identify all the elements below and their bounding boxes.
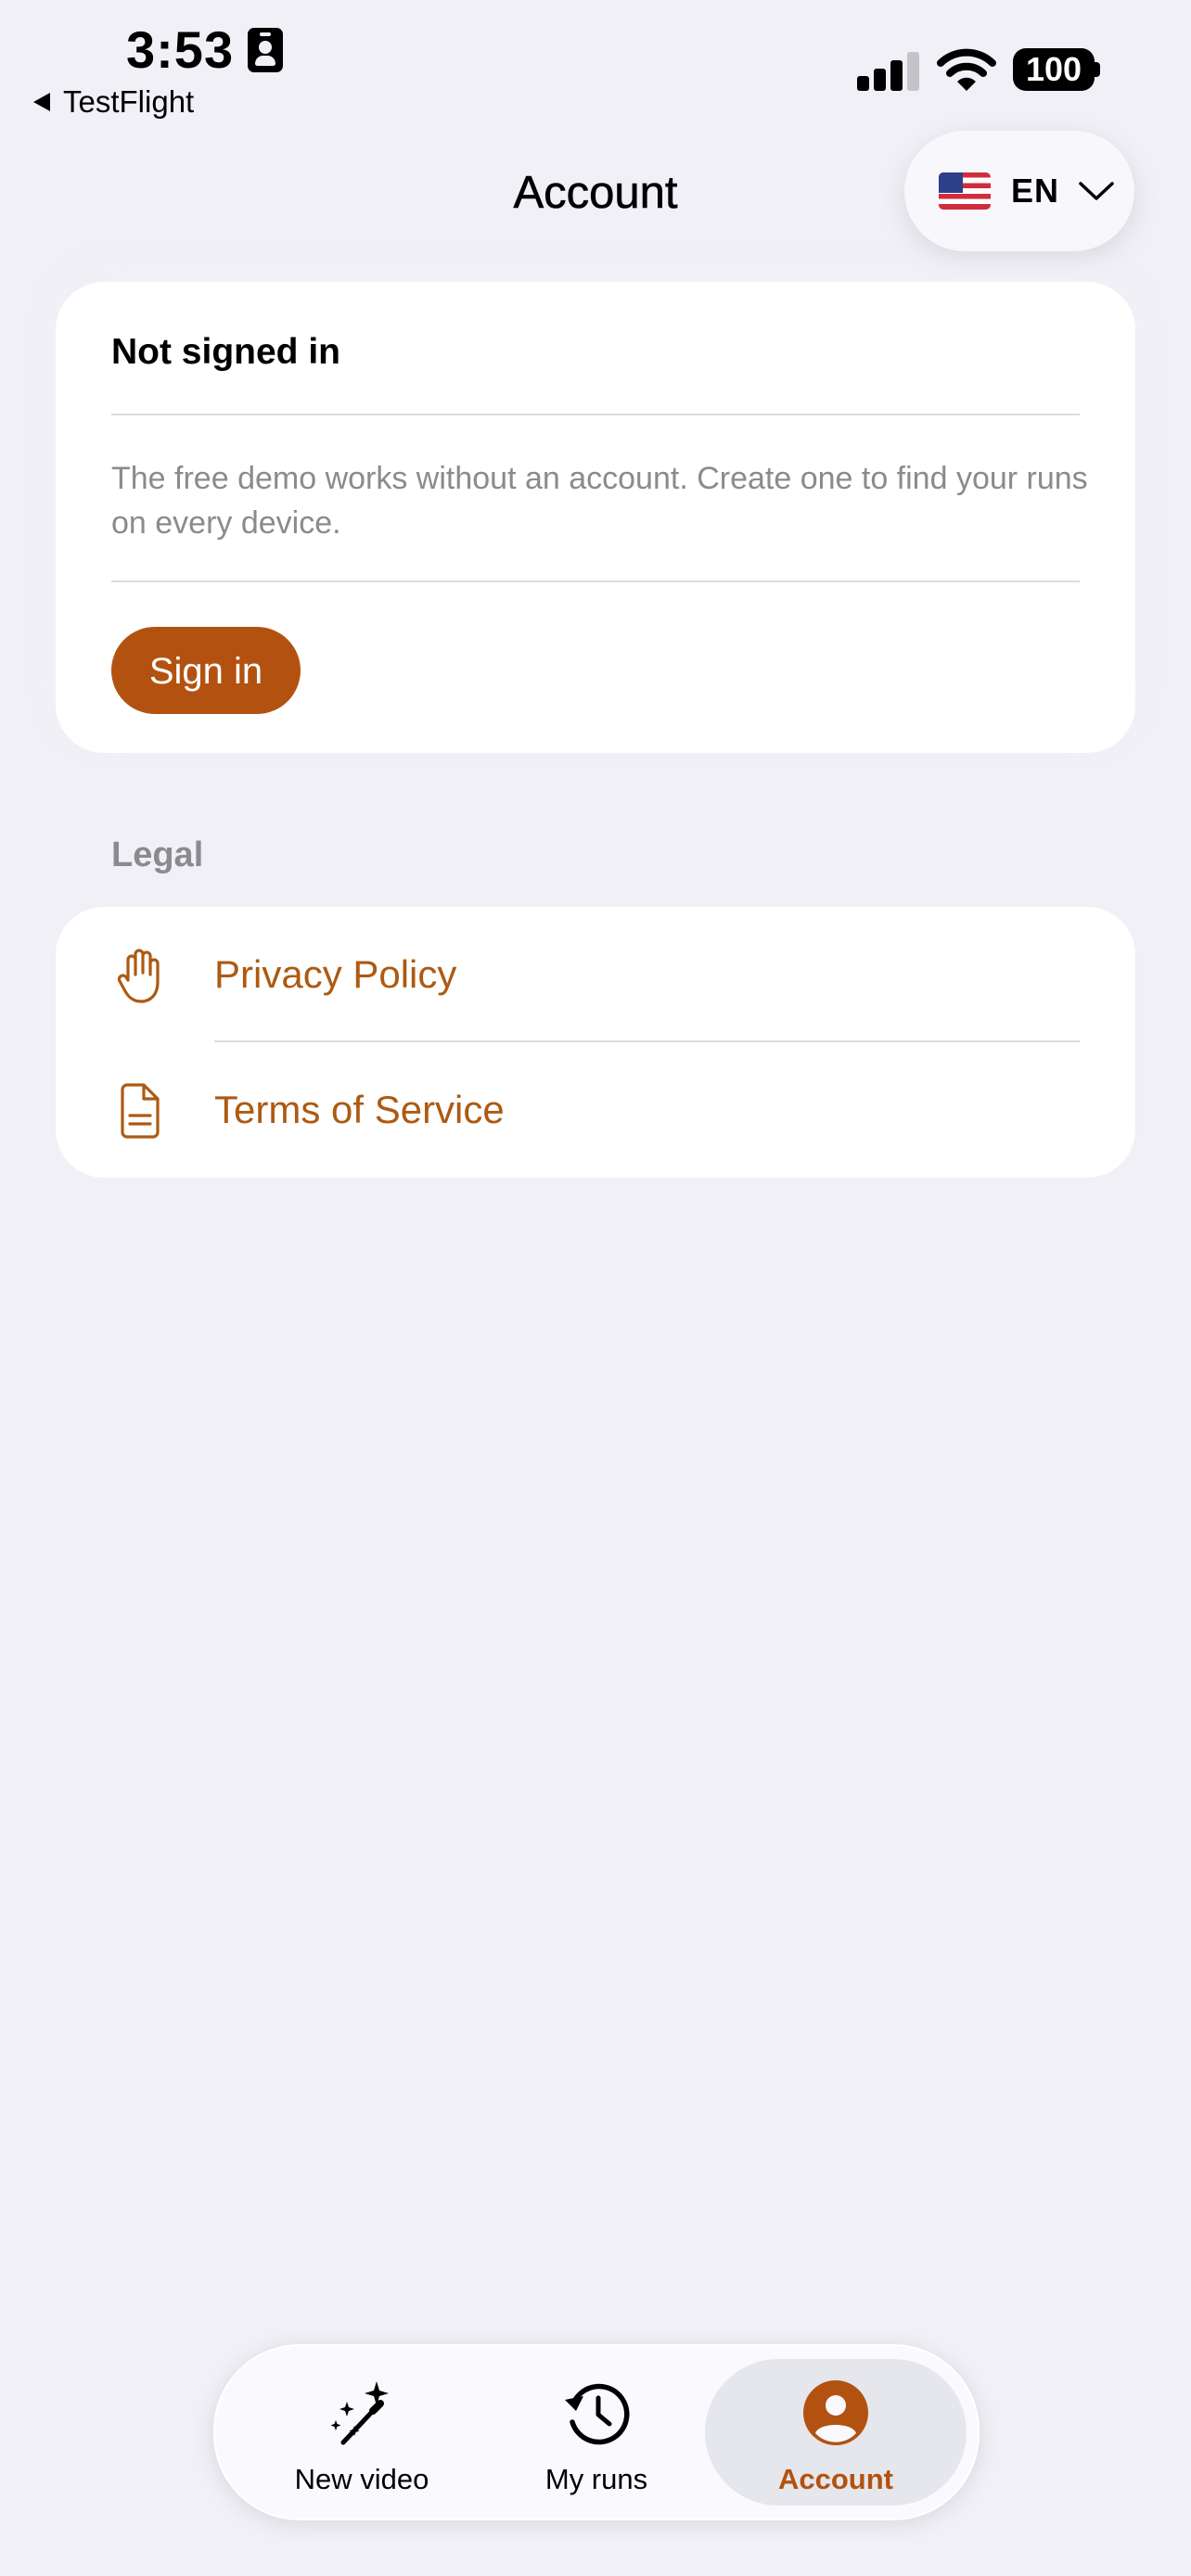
legal-section-label: Legal — [111, 835, 204, 874]
privacy-policy-row[interactable]: Privacy Policy — [56, 907, 1135, 1042]
history-clock-icon — [565, 2383, 630, 2445]
sign-in-status: Not signed in — [111, 332, 340, 372]
privacy-policy-label: Privacy Policy — [214, 952, 457, 996]
back-to-testflight[interactable]: TestFlight — [33, 83, 194, 121]
account-description: The free demo works without an account. … — [111, 461, 1088, 541]
terms-of-service-label: Terms of Service — [214, 1088, 505, 1131]
magic-wand-icon — [330, 2381, 389, 2445]
divider — [111, 414, 1080, 415]
chevron-down-icon — [1079, 182, 1114, 200]
language-code: EN — [1011, 172, 1060, 210]
divider — [111, 580, 1080, 582]
back-arrow-icon — [33, 93, 50, 111]
terms-of-service-row[interactable]: Terms of Service — [56, 1042, 1135, 1178]
tab-new-video-label: New video — [294, 2463, 429, 2495]
account-card: Not signed in The free demo works withou… — [56, 282, 1135, 753]
tab-account-label: Account — [778, 2463, 893, 2495]
cellular-signal-icon — [857, 50, 920, 91]
legal-card: Privacy Policy Terms of Service — [56, 907, 1135, 1178]
wifi-icon — [937, 48, 996, 91]
tab-my-runs[interactable]: My runs — [476, 2346, 717, 2519]
id-badge-icon — [248, 28, 283, 72]
hand-raised-icon — [117, 949, 160, 1003]
back-label: TestFlight — [63, 84, 195, 119]
language-selector[interactable]: EN — [904, 131, 1134, 251]
status-time: 3:53 — [126, 20, 235, 79]
document-icon — [121, 1083, 160, 1139]
tab-bar: New video My runs Account — [213, 2344, 980, 2520]
person-circle-icon — [803, 2380, 868, 2445]
battery-level: 100 — [1013, 48, 1095, 91]
tab-my-runs-label: My runs — [544, 2463, 648, 2495]
tab-account[interactable]: Account — [715, 2346, 956, 2519]
battery-icon: 100 — [1013, 48, 1100, 91]
sign-in-button[interactable]: Sign in — [111, 627, 301, 714]
tab-new-video[interactable]: New video — [241, 2346, 482, 2519]
us-flag-icon — [939, 172, 991, 210]
